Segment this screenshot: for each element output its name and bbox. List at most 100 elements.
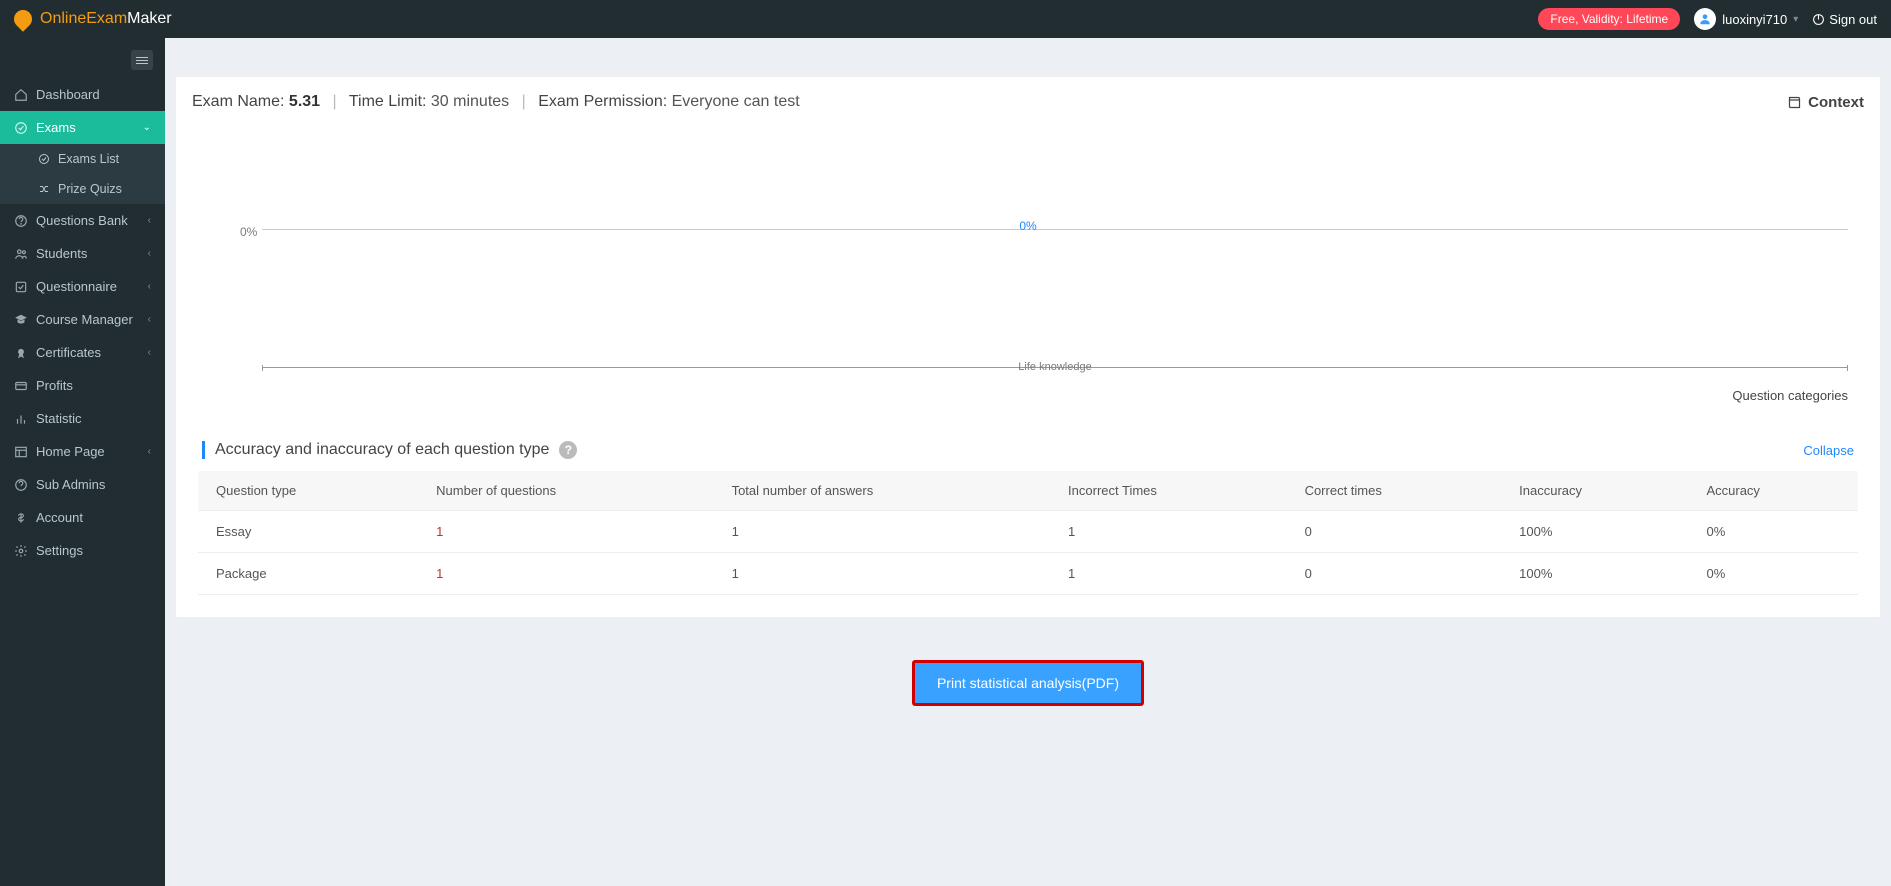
exam-name-label: Exam Name: xyxy=(192,93,289,110)
cell-type: Package xyxy=(198,553,418,595)
chevron-left-icon: ‹ xyxy=(148,314,151,325)
section-title: Accuracy and inaccuracy of each question… xyxy=(202,441,577,459)
separator: | xyxy=(522,93,526,110)
sidebar-item-label: Dashboard xyxy=(36,87,100,102)
cell-type: Essay xyxy=(198,511,418,553)
sidebar-item-dashboard[interactable]: Dashboard xyxy=(0,78,165,111)
shuffle-icon xyxy=(38,183,50,195)
sidebar: Dashboard Exams ⌄ Exams List Prize Quizs… xyxy=(0,38,165,886)
col-accuracy: Accuracy xyxy=(1688,471,1858,511)
brand-text-a: OnlineExam xyxy=(40,10,127,27)
section-header: Accuracy and inaccuracy of each question… xyxy=(202,421,1854,471)
print-wrap: Print statistical analysis(PDF) xyxy=(175,640,1881,726)
chart-x-tick xyxy=(262,365,263,371)
sidebar-item-label: Questionnaire xyxy=(36,279,117,294)
print-pdf-button[interactable]: Print statistical analysis(PDF) xyxy=(912,660,1144,706)
sidebar-item-questionnaire[interactable]: Questionnaire ‹ xyxy=(0,270,165,303)
time-limit-value: 30 minutes xyxy=(431,93,509,110)
permission-value: Everyone can test xyxy=(672,93,800,110)
graduation-cap-icon xyxy=(14,313,28,327)
chart-gridline xyxy=(262,229,1848,230)
cell-correct: 0 xyxy=(1287,553,1502,595)
sidebar-item-label: Settings xyxy=(36,543,83,558)
table-header-row: Question type Number of questions Total … xyxy=(198,471,1858,511)
chart-y-tick: 0% xyxy=(240,225,257,239)
sidebar-item-certificates[interactable]: Certificates ‹ xyxy=(0,336,165,369)
col-num-questions: Number of questions xyxy=(418,471,713,511)
book-icon xyxy=(1787,95,1802,110)
sidebar-item-settings[interactable]: Settings xyxy=(0,534,165,567)
certificate-icon xyxy=(14,346,28,360)
signout-button[interactable]: Sign out xyxy=(1812,12,1877,27)
brand-text: OnlineExamMaker xyxy=(40,10,172,28)
sidebar-item-label: Certificates xyxy=(36,345,101,360)
sidebar-item-account[interactable]: Account xyxy=(0,501,165,534)
avatar xyxy=(1694,8,1716,30)
cell-nq: 1 xyxy=(418,511,713,553)
sidebar-item-label: Profits xyxy=(36,378,73,393)
sidebar-item-questions-bank[interactable]: Questions Bank ‹ xyxy=(0,204,165,237)
context-label: Context xyxy=(1808,94,1864,111)
check-circle-icon xyxy=(38,153,50,165)
cell-incorrect: 1 xyxy=(1050,553,1287,595)
cell-incorrect: 1 xyxy=(1050,511,1287,553)
time-limit-label: Time Limit: xyxy=(349,93,431,110)
sidebar-item-sub-admins[interactable]: Sub Admins xyxy=(0,468,165,501)
cell-nq: 1 xyxy=(418,553,713,595)
bar-chart-icon xyxy=(14,412,28,426)
context-button[interactable]: Context xyxy=(1787,94,1864,111)
sidebar-item-label: Course Manager xyxy=(36,312,133,327)
gear-icon xyxy=(14,544,28,558)
col-question-type: Question type xyxy=(198,471,418,511)
cell-inaccuracy: 100% xyxy=(1501,511,1688,553)
sidebar-toggle[interactable] xyxy=(131,50,153,70)
layout-icon xyxy=(14,445,28,459)
cell-answers: 1 xyxy=(714,553,1050,595)
plan-badge[interactable]: Free, Validity: Lifetime xyxy=(1538,8,1680,30)
permission-label: Exam Permission: xyxy=(538,93,671,110)
topbar: OnlineExamMaker Free, Validity: Lifetime… xyxy=(0,0,1891,38)
chart-x-tick xyxy=(1847,365,1848,371)
collapse-link[interactable]: Collapse xyxy=(1803,443,1854,458)
sidebar-item-home-page[interactable]: Home Page ‹ xyxy=(0,435,165,468)
sidebar-item-statistic[interactable]: Statistic xyxy=(0,402,165,435)
sidebar-item-profits[interactable]: Profits xyxy=(0,369,165,402)
sidebar-item-students[interactable]: Students ‹ xyxy=(0,237,165,270)
chevron-down-icon: ⌄ xyxy=(143,122,151,133)
chart-body: 0% 0% Life knowledge xyxy=(200,135,1856,380)
sidebar-item-label: Account xyxy=(36,510,83,525)
sidebar-sub-exams-list[interactable]: Exams List xyxy=(0,144,165,174)
chevron-left-icon: ‹ xyxy=(148,215,151,226)
sidebar-sub-prize-quizs[interactable]: Prize Quizs xyxy=(0,174,165,204)
chevron-down-icon: ▾ xyxy=(1793,14,1798,25)
sidebar-item-label: Sub Admins xyxy=(36,477,105,492)
help-circle-icon xyxy=(14,478,28,492)
sidebar-item-label: Exams xyxy=(36,120,76,135)
col-incorrect: Incorrect Times xyxy=(1050,471,1287,511)
chevron-left-icon: ‹ xyxy=(148,281,151,292)
sidebar-item-label: Questions Bank xyxy=(36,213,128,228)
cell-answers: 1 xyxy=(714,511,1050,553)
col-total-answers: Total number of answers xyxy=(714,471,1050,511)
brand[interactable]: OnlineExamMaker xyxy=(14,10,172,28)
cell-inaccuracy: 100% xyxy=(1501,553,1688,595)
user-menu[interactable]: luoxinyi710 ▾ xyxy=(1694,8,1798,30)
sidebar-item-course-manager[interactable]: Course Manager ‹ xyxy=(0,303,165,336)
checkbox-icon xyxy=(14,280,28,294)
cell-correct: 0 xyxy=(1287,511,1502,553)
exam-meta: Exam Name: 5.31 | Time Limit: 30 minutes… xyxy=(192,93,800,111)
table-row: Essay 1 1 1 0 100% 0% xyxy=(198,511,1858,553)
accuracy-table: Question type Number of questions Total … xyxy=(198,471,1858,595)
chart-category: Life knowledge xyxy=(1018,361,1091,373)
col-correct: Correct times xyxy=(1287,471,1502,511)
chart-x-title: Question categories xyxy=(200,380,1856,403)
credit-card-icon xyxy=(14,379,28,393)
help-icon[interactable]: ? xyxy=(559,441,577,459)
chart: 0% 0% Life knowledge Question categories xyxy=(176,127,1880,421)
cell-accuracy: 0% xyxy=(1688,511,1858,553)
separator: | xyxy=(333,93,337,110)
sidebar-item-label: Students xyxy=(36,246,87,261)
users-icon xyxy=(14,247,28,261)
table-row: Package 1 1 1 0 100% 0% xyxy=(198,553,1858,595)
sidebar-item-exams[interactable]: Exams ⌄ xyxy=(0,111,165,144)
